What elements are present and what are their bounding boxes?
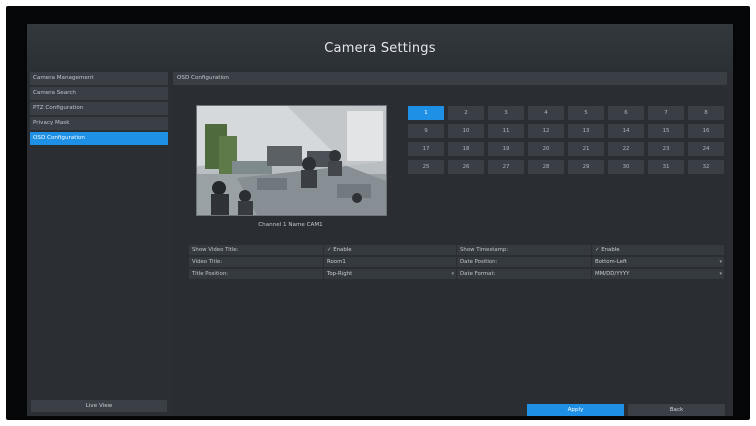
title-position-select[interactable]: Top-Right ▾ [324,269,456,279]
show-timestamp-label: Show Timestamp: [457,245,591,255]
section-title: OSD Configuration [173,72,727,85]
settings-row: Title Position: Top-Right ▾ Date Format: … [189,269,724,279]
sidebar-item-ptz-configuration[interactable]: PTZ Configuration [30,102,168,115]
channel-button-15[interactable]: 15 [648,124,684,138]
show-timestamp-checkbox[interactable]: ✓ Enable [592,245,724,255]
channel-button-7[interactable]: 7 [648,106,684,120]
settings-row: Video Title: Room1 Date Position: Bottom… [189,257,724,267]
channel-button-29[interactable]: 29 [568,160,604,174]
preview-caption: Channel 1 Name CAM1 [258,222,323,228]
chevron-down-icon: ▾ [719,259,722,265]
channel-button-24[interactable]: 24 [688,142,724,156]
channel-button-26[interactable]: 26 [448,160,484,174]
chevron-down-icon: ▾ [451,271,454,277]
channel-button-14[interactable]: 14 [608,124,644,138]
channel-button-1[interactable]: 1 [408,106,444,120]
channel-grid: 1 2 3 4 5 6 7 8 9 10 11 12 13 14 15 16 17 18 19 20 21 22 23 24 2… [408,106,724,174]
sidebar-item-camera-management[interactable]: Camera Management [30,72,168,85]
channel-button-11[interactable]: 11 [488,124,524,138]
channel-button-22[interactable]: 22 [608,142,644,156]
channel-button-6[interactable]: 6 [608,106,644,120]
chevron-down-icon: ▾ [719,271,722,277]
date-format-value: MM/DD/YYYY [595,271,630,277]
channel-button-18[interactable]: 18 [448,142,484,156]
channel-button-23[interactable]: 23 [648,142,684,156]
title-position-setting: Title Position: Top-Right ▾ [189,269,456,279]
channel-button-28[interactable]: 28 [528,160,564,174]
date-position-select[interactable]: Bottom-Left ▾ [592,257,724,267]
apply-button[interactable]: Apply [527,404,624,416]
title-position-value: Top-Right [327,271,353,277]
sidebar-item-privacy-mask[interactable]: Privacy Mask [30,117,168,130]
osd-settings: Show Video Title: ✓ Enable Show Timestam… [189,245,724,281]
channel-button-25[interactable]: 25 [408,160,444,174]
monitor-bezel: Camera Settings Camera Management Camera… [6,6,750,420]
video-title-setting: Video Title: Room1 [189,257,456,267]
show-video-title-value: Enable [333,247,352,253]
date-position-setting: Date Position: Bottom-Left ▾ [457,257,724,267]
channel-button-21[interactable]: 21 [568,142,604,156]
show-timestamp-value: Enable [601,247,620,253]
show-video-title-label: Show Video Title: [189,245,323,255]
channel-button-31[interactable]: 31 [648,160,684,174]
window-title: Camera Settings [324,40,436,56]
channel-button-19[interactable]: 19 [488,142,524,156]
sidebar: Camera Management Camera Search PTZ Conf… [30,72,168,416]
live-view-button[interactable]: Live View [31,400,167,412]
settings-row: Show Video Title: ✓ Enable Show Timestam… [189,245,724,255]
back-button[interactable]: Back [628,404,725,416]
show-timestamp-setting: Show Timestamp: ✓ Enable [457,245,724,255]
date-format-label: Date Format: [457,269,591,279]
sidebar-item-camera-search[interactable]: Camera Search [30,87,168,100]
date-format-setting: Date Format: MM/DD/YYYY ▾ [457,269,724,279]
channel-button-20[interactable]: 20 [528,142,564,156]
channel-button-5[interactable]: 5 [568,106,604,120]
channel-button-27[interactable]: 27 [488,160,524,174]
channel-button-2[interactable]: 2 [448,106,484,120]
date-position-value: Bottom-Left [595,259,627,265]
channel-button-9[interactable]: 9 [408,124,444,138]
title-bar: Camera Settings [27,24,733,72]
show-video-title-setting: Show Video Title: ✓ Enable [189,245,456,255]
channel-button-8[interactable]: 8 [688,106,724,120]
main-panel: OSD Configuration Channel 1 Name CAM1 1 … [172,72,727,416]
channel-button-3[interactable]: 3 [488,106,524,120]
date-position-label: Date Position: [457,257,591,267]
camera-preview [196,105,387,216]
office-camera-image [197,106,386,215]
title-position-label: Title Position: [189,269,323,279]
show-video-title-checkbox[interactable]: ✓ Enable [324,245,456,255]
channel-button-16[interactable]: 16 [688,124,724,138]
video-title-label: Video Title: [189,257,323,267]
channel-button-32[interactable]: 32 [688,160,724,174]
channel-button-12[interactable]: 12 [528,124,564,138]
channel-button-4[interactable]: 4 [528,106,564,120]
channel-button-13[interactable]: 13 [568,124,604,138]
channel-button-30[interactable]: 30 [608,160,644,174]
sidebar-item-osd-configuration[interactable]: OSD Configuration [30,132,168,145]
channel-button-10[interactable]: 10 [448,124,484,138]
nvr-screen: Camera Settings Camera Management Camera… [27,24,733,416]
date-format-select[interactable]: MM/DD/YYYY ▾ [592,269,724,279]
video-title-input[interactable]: Room1 [324,257,456,267]
channel-button-17[interactable]: 17 [408,142,444,156]
